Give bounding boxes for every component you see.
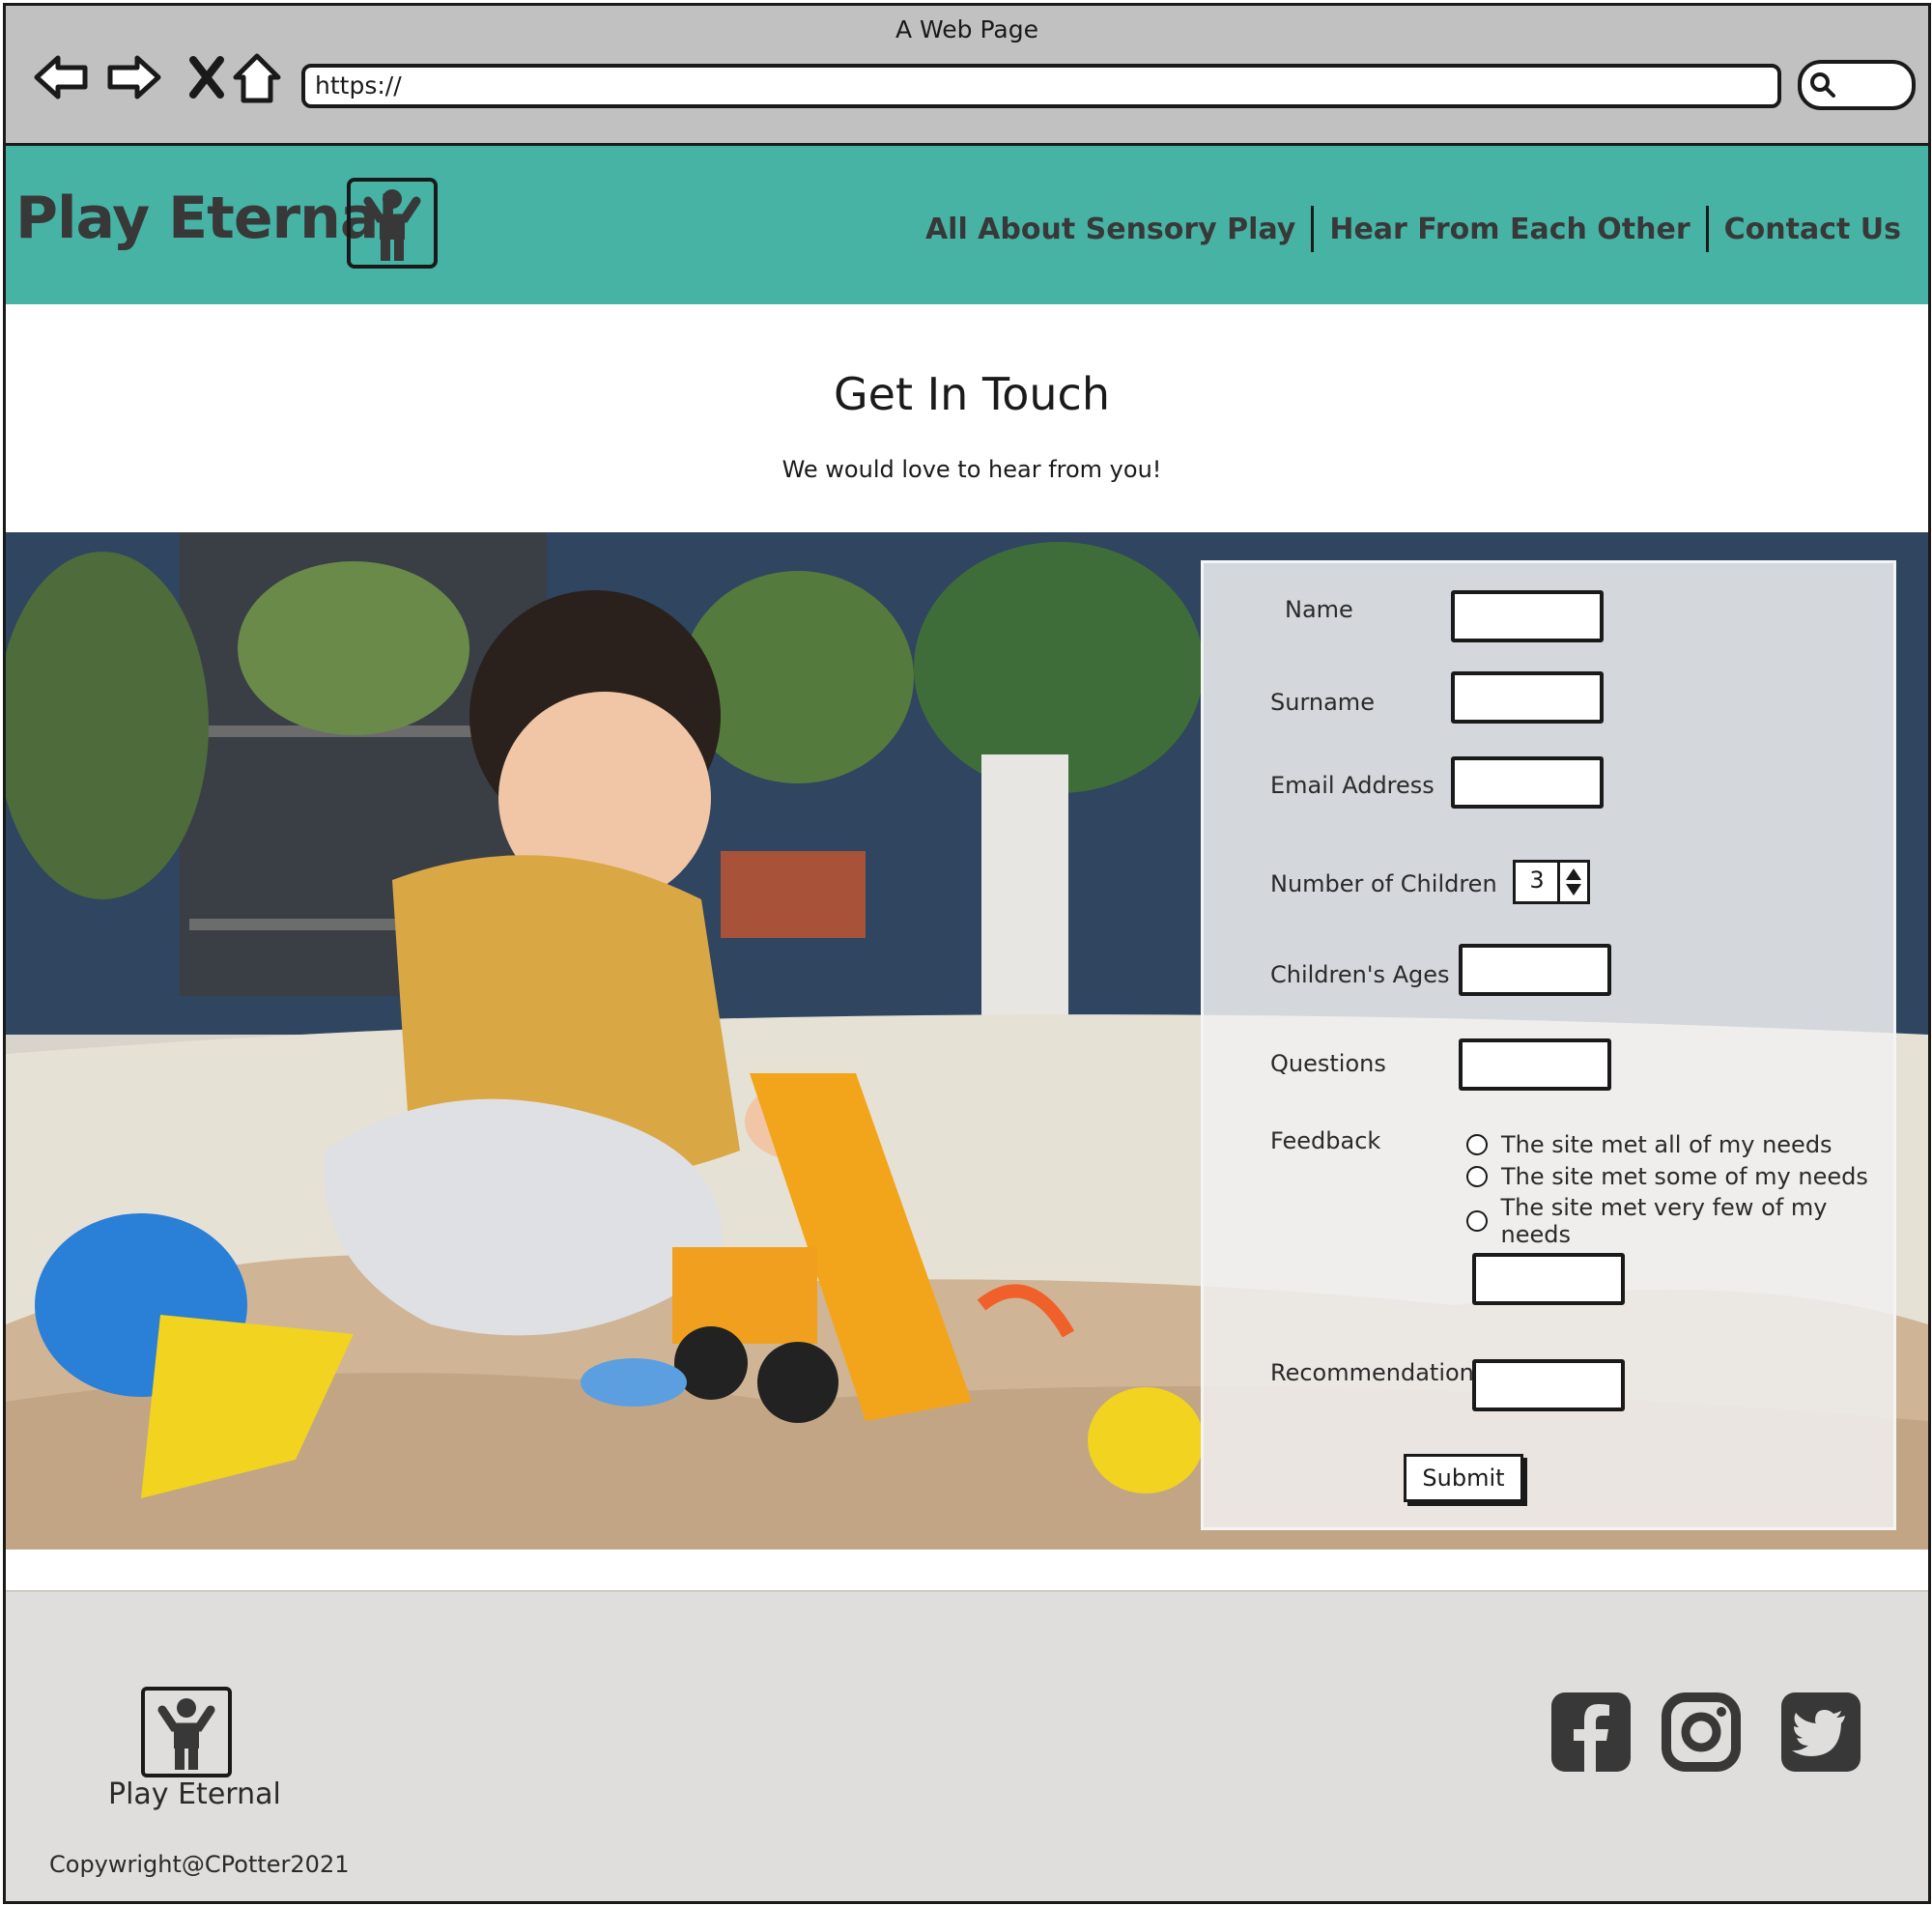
surname-label: Surname bbox=[1270, 689, 1375, 716]
nav-link-hear-from-each-other[interactable]: Hear From Each Other bbox=[1314, 213, 1705, 246]
nav-link-sensory-play[interactable]: All About Sensory Play bbox=[910, 213, 1311, 246]
surname-input[interactable] bbox=[1451, 671, 1604, 724]
name-input[interactable] bbox=[1451, 590, 1604, 642]
children-count-stepper[interactable]: 3 bbox=[1513, 860, 1590, 904]
facebook-icon[interactable] bbox=[1551, 1692, 1631, 1772]
email-label: Email Address bbox=[1270, 772, 1435, 799]
forward-arrow-icon[interactable] bbox=[102, 46, 164, 108]
site-header: Play Eternal All About Sensory Play Hear… bbox=[6, 146, 1928, 304]
stepper-arrows-icon[interactable] bbox=[1557, 863, 1587, 901]
radio-button[interactable] bbox=[1466, 1166, 1488, 1187]
footer-brand: Play Eternal bbox=[108, 1777, 281, 1811]
site-footer: Play Eternal Copywright@CPotter2021 bbox=[6, 1590, 1928, 1901]
page-subtitle: We would love to hear from you! bbox=[781, 456, 1162, 483]
url-bar[interactable]: https:// bbox=[301, 64, 1781, 108]
feedback-option-few[interactable]: The site met very few of my needs bbox=[1466, 1194, 1893, 1248]
radio-button[interactable] bbox=[1466, 1134, 1488, 1155]
search-icon bbox=[1810, 72, 1835, 98]
back-arrow-icon[interactable] bbox=[31, 46, 93, 108]
recommendation-label: Recommendation bbox=[1270, 1359, 1474, 1386]
browser-window: A Web Page https:// Play Eternal All Abo… bbox=[3, 3, 1931, 1904]
extra-input[interactable] bbox=[1472, 1253, 1625, 1305]
email-input[interactable] bbox=[1451, 756, 1604, 809]
child-logo-icon[interactable] bbox=[141, 1687, 232, 1777]
brand-name[interactable]: Play Eternal bbox=[15, 185, 398, 252]
browser-chrome: A Web Page https:// bbox=[6, 6, 1928, 146]
feedback-label: Feedback bbox=[1270, 1127, 1381, 1154]
contact-form: Name Surname Email Address Number of Chi… bbox=[1201, 560, 1896, 1530]
children-ages-input[interactable] bbox=[1459, 944, 1611, 996]
browser-search-field[interactable] bbox=[1798, 60, 1916, 110]
children-count-label: Number of Children bbox=[1270, 870, 1497, 897]
copyright-text: Copywright@CPotter2021 bbox=[49, 1851, 350, 1878]
feedback-option-some[interactable]: The site met some of my needs bbox=[1466, 1163, 1868, 1190]
page-title: Get In Touch bbox=[834, 368, 1110, 420]
child-logo-icon[interactable] bbox=[347, 178, 438, 269]
recommendation-input[interactable] bbox=[1472, 1359, 1625, 1411]
children-count-value: 3 bbox=[1529, 867, 1545, 894]
submit-button[interactable]: Submit bbox=[1404, 1454, 1523, 1502]
twitter-icon[interactable] bbox=[1781, 1692, 1861, 1772]
radio-button[interactable] bbox=[1466, 1210, 1488, 1232]
children-ages-label: Children's Ages bbox=[1270, 961, 1450, 988]
main-nav: All About Sensory Play Hear From Each Ot… bbox=[910, 206, 1901, 252]
questions-label: Questions bbox=[1270, 1050, 1386, 1077]
nav-link-contact-us[interactable]: Contact Us bbox=[1709, 213, 1901, 246]
home-icon[interactable] bbox=[226, 46, 288, 108]
name-label: Name bbox=[1285, 596, 1353, 623]
window-title: A Web Page bbox=[895, 15, 1039, 43]
instagram-icon[interactable] bbox=[1662, 1692, 1741, 1772]
questions-input[interactable] bbox=[1459, 1038, 1611, 1091]
feedback-option-all[interactable]: The site met all of my needs bbox=[1466, 1131, 1833, 1158]
